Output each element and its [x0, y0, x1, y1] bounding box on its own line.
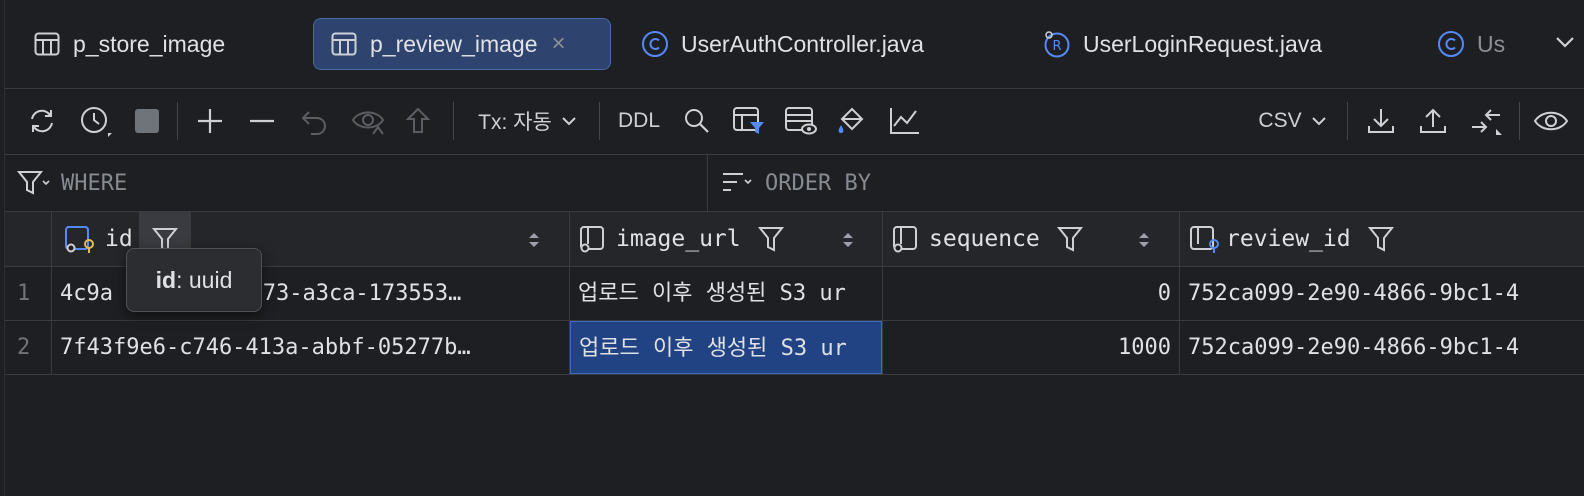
sort-toggle-icon[interactable]: [527, 230, 541, 255]
search-icon[interactable]: [679, 102, 715, 140]
filter-funnel-icon[interactable]: [16, 169, 51, 202]
delete-row-icon[interactable]: [245, 102, 279, 140]
column-header-sequence[interactable]: sequence: [883, 212, 1179, 266]
eye-icon[interactable]: [1531, 102, 1571, 140]
where-input[interactable]: WHERE: [61, 171, 127, 196]
class-icon: [1437, 30, 1465, 58]
tab-overflow-chevron-down-icon[interactable]: [1553, 30, 1577, 59]
svg-text:R: R: [1053, 39, 1062, 54]
column-filter-icon[interactable]: [1367, 225, 1395, 253]
tab-label: p_store_image: [73, 30, 226, 57]
table-row[interactable]: 2 7f43f9e6-c746-413a-abbf-05277b… 업로드 이후…: [5, 321, 1584, 375]
column-name: review_id: [1226, 226, 1351, 252]
preview-pending-icon[interactable]: [349, 102, 389, 140]
paint-bucket-icon[interactable]: [833, 102, 873, 140]
refresh-icon[interactable]: [23, 102, 61, 140]
sort-toggle-icon[interactable]: [841, 230, 855, 255]
column-header-image-url[interactable]: image_url: [570, 212, 882, 266]
chevron-down-icon: [1311, 117, 1326, 126]
sort-toggle-icon[interactable]: [1137, 230, 1151, 255]
transaction-mode-dropdown[interactable]: Tx: 자동: [471, 102, 585, 140]
tab-label: Us: [1477, 30, 1506, 57]
column-header-review-id[interactable]: review_id: [1180, 212, 1584, 266]
editor-tab-bar: p_store_image p_review_image × UserAuthC…: [5, 0, 1584, 89]
filter-bar: WHERE ORDER BY: [5, 155, 1584, 212]
cell-review-id[interactable]: 752ca099-2e90-4866-9bc1-4: [1180, 267, 1584, 320]
stop-icon[interactable]: [131, 102, 163, 140]
cell-image-url[interactable]: 업로드 이후 생성된 S3 ur: [570, 267, 882, 320]
table-icon: [330, 30, 358, 58]
column-filter-icon[interactable]: [757, 225, 785, 253]
order-by-input[interactable]: ORDER BY: [765, 171, 871, 196]
record-icon: R: [1043, 30, 1071, 58]
submit-up-arrow-icon[interactable]: [401, 102, 435, 140]
table-icon: [33, 30, 61, 58]
tab-label: p_review_image: [370, 30, 538, 57]
row-number: 2: [17, 335, 31, 360]
chevron-down-icon: [562, 117, 576, 126]
cell-id[interactable]: 7f43f9e6-c746-413a-abbf-05277b…: [52, 321, 569, 374]
data-editor-window: p_store_image p_review_image × UserAuthC…: [4, 0, 1584, 496]
cell-review-id[interactable]: 752ca099-2e90-4866-9bc1-4: [1180, 321, 1584, 374]
clock-history-icon[interactable]: [75, 102, 117, 140]
column-icon: [580, 226, 604, 253]
cell-sequence[interactable]: 1000: [883, 321, 1179, 374]
sort-lines-icon[interactable]: [721, 169, 755, 202]
column-name: image_url: [616, 226, 741, 252]
row-number: 1: [17, 281, 31, 306]
view-table-icon[interactable]: [781, 102, 821, 140]
tooltip-value: : uuid: [176, 266, 233, 293]
primary-key-column-icon: [65, 226, 94, 253]
close-icon[interactable]: ×: [551, 30, 565, 58]
export-format-dropdown[interactable]: CSV: [1253, 102, 1333, 140]
add-row-icon[interactable]: [193, 102, 227, 140]
tab-user-login-request[interactable]: R UserLoginRequest.java: [1043, 18, 1322, 70]
column-filter-icon[interactable]: [1056, 225, 1084, 253]
compare-arrows-icon[interactable]: [1467, 102, 1507, 140]
tooltip-key: id: [155, 266, 177, 293]
tab-label: UserLoginRequest.java: [1083, 30, 1323, 57]
filter-table-icon[interactable]: [729, 102, 769, 140]
tab-us-truncated[interactable]: Us: [1437, 18, 1505, 70]
column-name: id: [105, 226, 133, 252]
column-name: sequence: [929, 226, 1040, 252]
cell-sequence[interactable]: 0: [883, 267, 1179, 320]
tx-mode-label: Tx: 자동: [478, 111, 552, 134]
tab-user-auth-controller[interactable]: UserAuthController.java: [641, 18, 924, 70]
revert-icon[interactable]: [297, 102, 331, 140]
column-type-tooltip: id: uuid: [126, 248, 262, 312]
column-icon: [893, 226, 917, 253]
tab-label: UserAuthController.java: [681, 30, 924, 57]
export-format-label: CSV: [1258, 109, 1302, 132]
download-icon[interactable]: [1363, 102, 1399, 140]
cell-id-start: 4c9a: [60, 281, 113, 306]
ddl-label: DDL: [617, 109, 660, 132]
foreign-key-column-icon: [1190, 226, 1219, 253]
chart-icon[interactable]: [885, 102, 925, 140]
grid-toolbar: Tx: 자동 DDL CSV: [5, 88, 1584, 155]
tab-p-store-image[interactable]: p_store_image: [33, 18, 225, 70]
tab-p-review-image[interactable]: p_review_image ×: [313, 18, 611, 70]
upload-icon[interactable]: [1415, 102, 1451, 140]
cell-image-url-selected[interactable]: 업로드 이후 생성된 S3 ur: [570, 321, 882, 374]
class-icon: [641, 30, 669, 58]
ddl-button[interactable]: DDL: [611, 102, 667, 140]
